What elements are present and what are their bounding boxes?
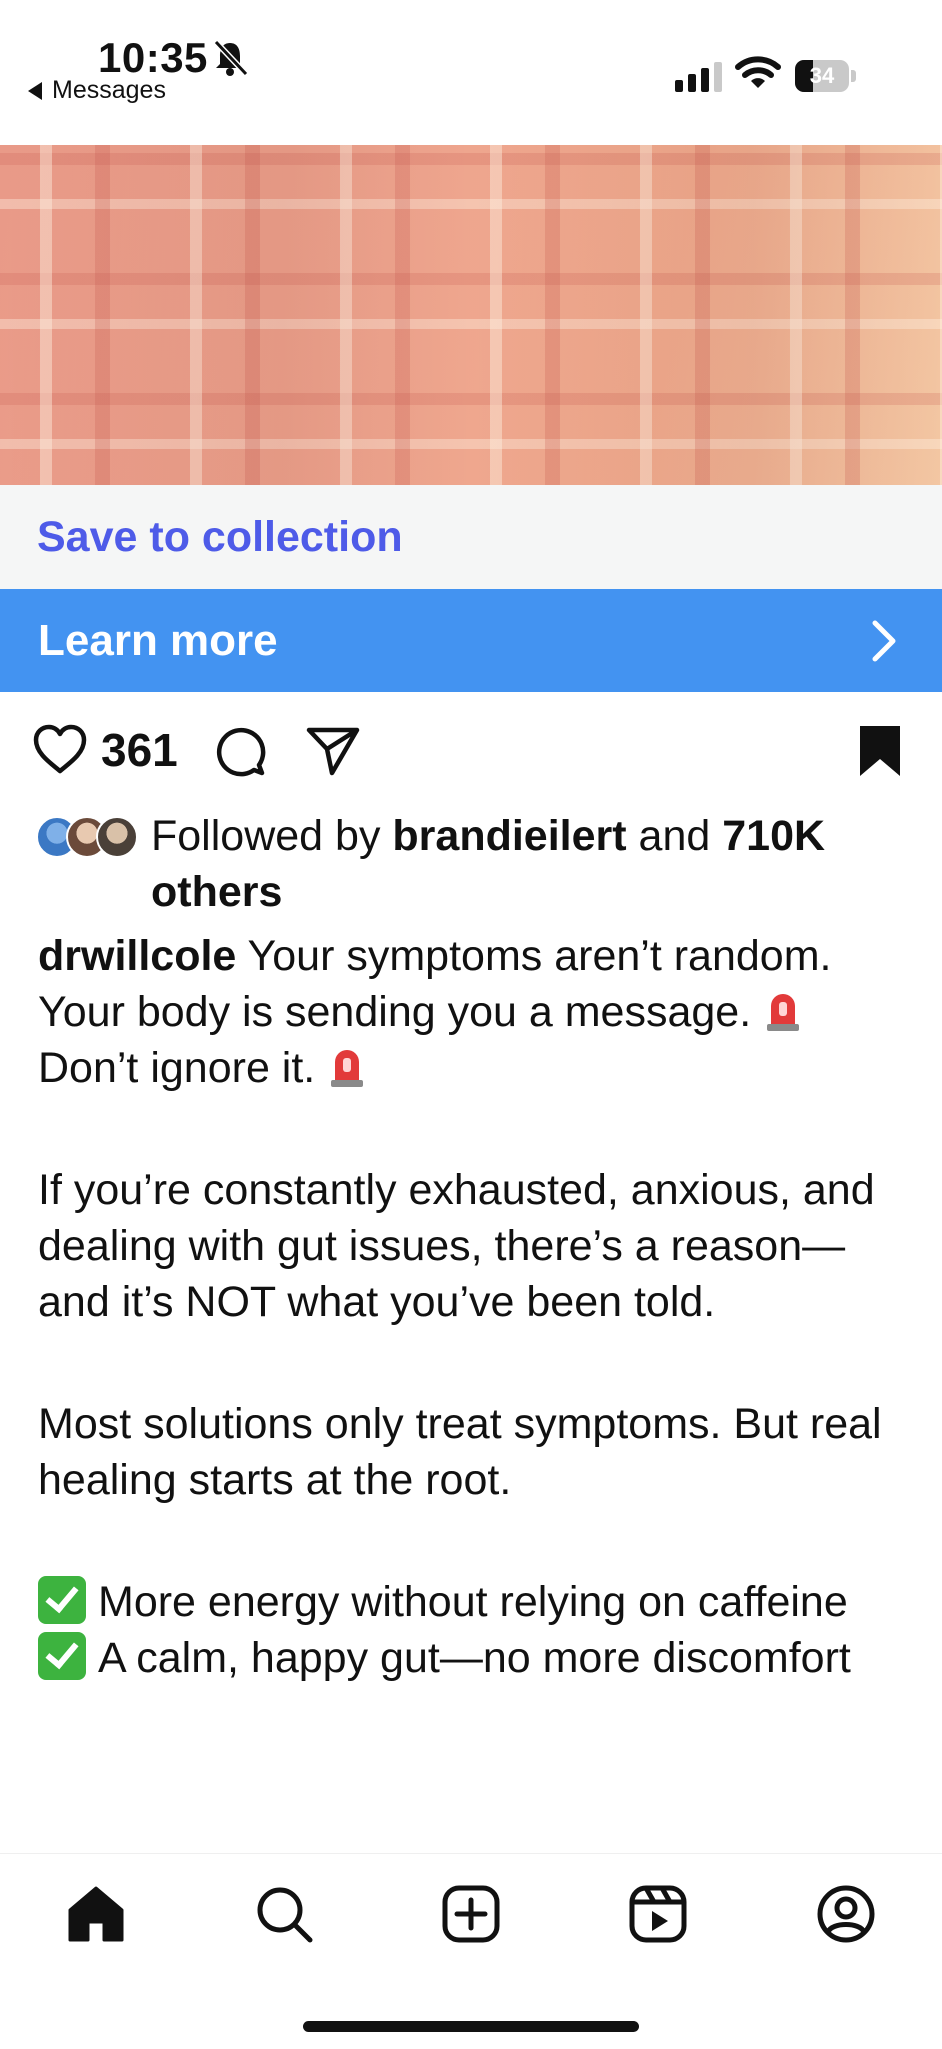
share-icon[interactable] — [305, 725, 361, 777]
reels-icon[interactable] — [626, 1882, 690, 1946]
wifi-icon — [735, 56, 781, 88]
status-bar: 10:35 Messages 34 — [0, 0, 942, 145]
create-icon[interactable] — [439, 1882, 503, 1946]
home-icon[interactable] — [64, 1882, 128, 1946]
save-to-collection-button[interactable]: Save to collection — [0, 485, 942, 589]
save-to-collection-label: Save to collection — [37, 512, 403, 561]
followed-by-text: Followed by brandieilert and 710K others — [151, 808, 916, 920]
post-caption: drwillcole Your symptoms aren’t random. … — [38, 928, 908, 1686]
check-mark-icon — [38, 1632, 86, 1680]
signal-icon — [675, 62, 722, 92]
battery-level: 34 — [809, 63, 835, 88]
caption-paragraph-3: Most solutions only treat symptoms. But … — [38, 1400, 882, 1504]
back-arrow-icon — [28, 81, 42, 100]
post-actions: 361 — [0, 715, 942, 785]
learn-more-button[interactable]: Learn more — [0, 589, 942, 692]
caption-line2: Don’t ignore it. — [38, 1044, 316, 1092]
caption-paragraph-2: If you’re constantly exhausted, anxious,… — [38, 1166, 875, 1326]
siren-icon — [331, 1050, 364, 1087]
follower-avatars — [36, 816, 141, 860]
check-mark-icon — [38, 1576, 86, 1624]
heart-icon[interactable] — [32, 723, 88, 775]
followed-prefix: Followed by — [151, 812, 381, 860]
post-media-image[interactable] — [0, 145, 942, 485]
followers-suffix[interactable]: others — [151, 868, 282, 916]
caption-bullet: More energy without relying on caffeine — [38, 1574, 908, 1630]
follower-username[interactable]: brandieilert — [392, 812, 626, 860]
bookmark-icon[interactable] — [857, 723, 903, 779]
followed-connector: and — [638, 812, 711, 860]
bell-slash-icon — [213, 39, 249, 77]
chevron-right-icon — [872, 620, 896, 661]
home-indicator[interactable] — [303, 2021, 639, 2032]
bottom-tab-bar — [0, 1853, 942, 2049]
caption-bullet-text: A calm, happy gut—no more discomfort — [98, 1634, 851, 1682]
avatar — [96, 816, 138, 858]
like-count[interactable]: 361 — [101, 723, 178, 777]
followers-count[interactable]: 710K — [722, 812, 825, 860]
caption-first-paragraph: drwillcole Your symptoms aren’t random. … — [38, 928, 908, 1096]
battery-icon: 34 — [795, 60, 857, 92]
followed-by-row[interactable]: Followed by brandieilert and 710K others — [36, 808, 916, 920]
profile-icon[interactable] — [814, 1882, 878, 1946]
back-to-messages[interactable]: Messages — [28, 76, 166, 105]
comment-icon[interactable] — [212, 723, 268, 779]
status-time: 10:35 — [98, 34, 208, 81]
search-icon[interactable] — [252, 1882, 316, 1946]
caption-username[interactable]: drwillcole — [38, 932, 236, 980]
caption-bullet-text: More energy without relying on caffeine — [98, 1578, 848, 1626]
back-label: Messages — [52, 76, 166, 104]
learn-more-label: Learn more — [38, 615, 278, 665]
siren-icon — [767, 994, 800, 1031]
caption-bullet: A calm, happy gut—no more discomfort — [38, 1630, 908, 1686]
